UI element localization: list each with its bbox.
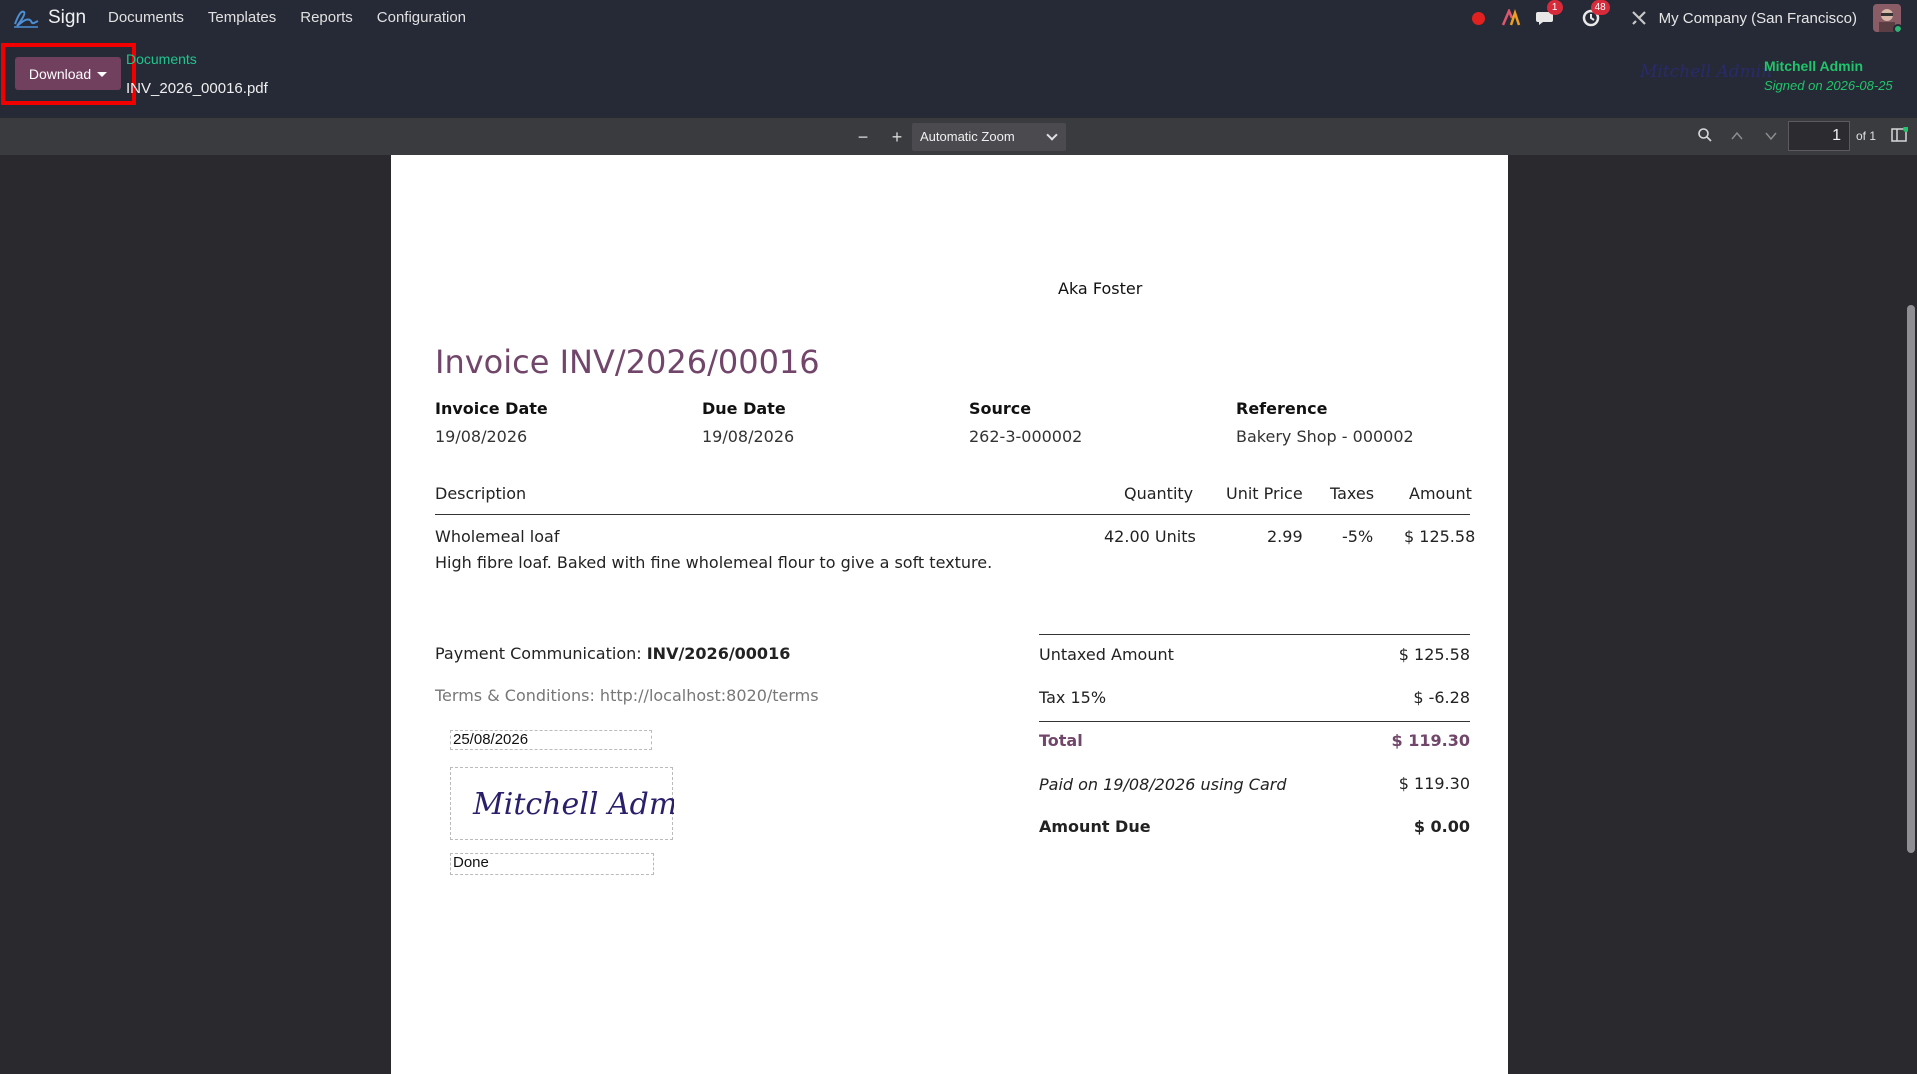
menu-configuration[interactable]: Configuration <box>377 9 466 26</box>
activity-clock-icon[interactable]: 48 <box>1579 0 1610 30</box>
done-field[interactable]: Done <box>450 853 654 875</box>
recording-icon[interactable] <box>1467 6 1491 30</box>
table-header-divider <box>435 514 1470 515</box>
pdf-toolbar: − + Automatic Zoom 1 of 1 <box>0 117 1917 155</box>
zoom-select[interactable]: Automatic Zoom <box>912 123 1066 151</box>
line-quantity: 42.00 Units <box>1104 527 1196 546</box>
signed-on-date: Signed on 2026-08-25 <box>1764 78 1893 93</box>
user-avatar[interactable] <box>1873 4 1901 32</box>
zoom-in-button[interactable]: + <box>886 127 908 147</box>
payment-communication: Payment Communication: INV/2026/00016 <box>435 644 790 663</box>
invoice-company-name: Aka Foster <box>1058 279 1143 298</box>
signer-name: Mitchell Admin <box>1764 58 1864 74</box>
zoom-out-button[interactable]: − <box>852 127 874 147</box>
svg-text:Mitchell Admin: Mitchell Admin <box>472 787 674 822</box>
scrollbar-thumb[interactable] <box>1907 305 1915 853</box>
vertical-scrollbar[interactable] <box>1905 155 1917 1074</box>
pdf-page: Aka Foster Invoice INV/2026/00016 Invoic… <box>391 155 1508 1074</box>
meta-label: Due Date <box>702 399 786 418</box>
meta-source: Source 262-3-000002 <box>969 399 1082 446</box>
untaxed-value: $ 125.58 <box>1398 645 1470 664</box>
sidebar-toggle-icon[interactable] <box>1888 126 1910 147</box>
meta-value: 262-3-000002 <box>969 427 1083 446</box>
activity-badge: 48 <box>1590 0 1610 15</box>
payment-communication-value: INV/2026/00016 <box>646 644 791 663</box>
paid-label: Paid on 19/08/2026 using Card <box>1039 775 1287 794</box>
amount-due-label: Amount Due <box>1039 817 1151 836</box>
line-amount: $ 125.58 <box>1404 527 1476 546</box>
totals-divider <box>1039 721 1470 722</box>
chat-icon[interactable]: 1 <box>1535 0 1563 30</box>
breadcrumb-documents[interactable]: Documents <box>126 51 197 67</box>
caret-down-icon <box>97 72 108 77</box>
previous-page-icon[interactable] <box>1726 127 1748 147</box>
page-total: of 1 <box>1856 129 1877 143</box>
control-panel: Download Documents INV_2026_00016.pdf Mi… <box>0 36 1917 117</box>
top-navbar: Sign Documents Templates Reports Configu… <box>0 0 1917 36</box>
app-name[interactable]: Sign <box>48 7 86 29</box>
zoom-value: Automatic Zoom <box>920 129 1015 144</box>
main-menu: Documents Templates Reports Configuratio… <box>108 9 490 26</box>
company-switcher[interactable]: My Company (San Francisco) <box>1659 10 1857 27</box>
paid-value: $ 119.30 <box>1398 774 1470 793</box>
totals-top-divider <box>1039 634 1470 635</box>
total-value: $ 119.30 <box>1391 731 1470 750</box>
page-number-input[interactable]: 1 <box>1788 121 1850 151</box>
chat-badge: 1 <box>1546 0 1563 15</box>
column-amount: Amount <box>1409 484 1472 503</box>
download-button[interactable]: Download <box>15 57 121 90</box>
meta-invoice-date: Invoice Date 19/08/2026 <box>435 399 548 446</box>
payment-communication-label: Payment Communication: <box>435 644 647 663</box>
next-page-icon[interactable] <box>1760 127 1782 147</box>
menu-templates[interactable]: Templates <box>208 9 276 26</box>
signature-field[interactable]: Mitchell Admin <box>450 767 706 840</box>
pdf-viewer[interactable]: Aka Foster Invoice INV/2026/00016 Invoic… <box>0 155 1917 1074</box>
search-icon[interactable] <box>1694 127 1716 147</box>
terms-and-conditions: Terms & Conditions: http://localhost:802… <box>435 686 819 705</box>
download-label: Download <box>28 65 92 82</box>
column-taxes: Taxes <box>1330 484 1375 503</box>
line-product: Wholemeal loaf <box>435 527 560 546</box>
systray: 1 48 My Company (San Francisco) <box>1467 0 1917 36</box>
line-unit-price: 2.99 <box>1267 527 1303 546</box>
column-unit-price: Unit Price <box>1226 484 1303 503</box>
total-label: Total <box>1039 731 1083 750</box>
invoice-title: Invoice INV/2026/00016 <box>435 343 820 381</box>
menu-reports[interactable]: Reports <box>300 9 353 26</box>
handwritten-signature: Mitchell Admin <box>472 787 706 822</box>
meta-value: Bakery Shop - 000002 <box>1236 427 1414 446</box>
line-taxes: -5% <box>1342 527 1374 546</box>
meta-value: 19/08/2026 <box>435 427 528 446</box>
tax-label: Tax 15% <box>1039 688 1107 707</box>
tax-value: $ -6.28 <box>1413 688 1470 707</box>
sign-date-field[interactable]: 25/08/2026 <box>450 730 652 750</box>
meta-label: Invoice Date <box>435 399 548 418</box>
line-description: High fibre loaf. Baked with fine wholeme… <box>435 553 993 572</box>
debug-tools-icon[interactable] <box>1627 6 1651 30</box>
column-description: Description <box>435 484 527 503</box>
amount-due-value: $ 0.00 <box>1413 817 1470 836</box>
meta-value: 19/08/2026 <box>702 427 795 446</box>
online-status-icon <box>1893 24 1901 32</box>
meta-reference: Reference Bakery Shop - 000002 <box>1236 399 1414 446</box>
meta-due-date: Due Date 19/08/2026 <box>702 399 794 446</box>
breadcrumb-file-name: INV_2026_00016.pdf <box>126 80 268 97</box>
menu-documents[interactable]: Documents <box>108 9 184 26</box>
column-quantity: Quantity <box>1124 484 1194 503</box>
meta-label: Reference <box>1236 399 1328 418</box>
signer-signature-thumbnail: Mitchell Admin <box>1640 62 1773 82</box>
meta-label: Source <box>969 399 1032 418</box>
chevron-down-icon <box>1046 129 1058 141</box>
sign-app-icon[interactable] <box>12 6 40 30</box>
ai-assistant-icon[interactable] <box>1499 6 1523 30</box>
untaxed-label: Untaxed Amount <box>1039 645 1174 664</box>
